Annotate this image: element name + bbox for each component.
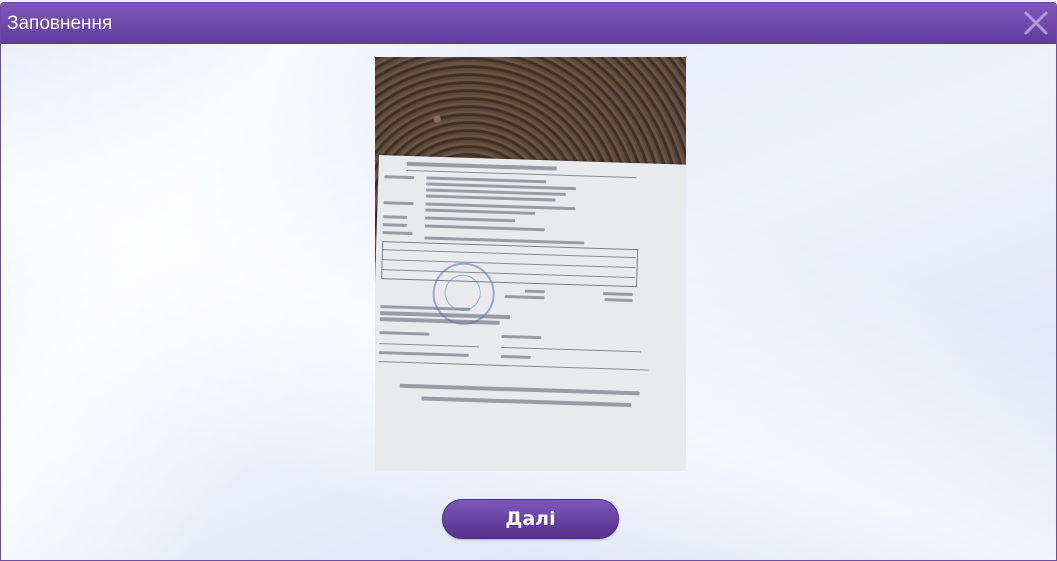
document-photo — [375, 57, 686, 471]
next-button[interactable]: Далі — [442, 499, 619, 539]
document-sheet — [375, 155, 686, 471]
dialog-content: Далі — [1, 44, 1056, 560]
dialog-titlebar: Заповнення — [1, 3, 1056, 44]
dialog-title: Заповнення — [7, 12, 113, 34]
close-button[interactable] — [1022, 9, 1050, 37]
close-icon — [1024, 11, 1048, 35]
fill-dialog: Заповнення Далі — [0, 2, 1057, 561]
